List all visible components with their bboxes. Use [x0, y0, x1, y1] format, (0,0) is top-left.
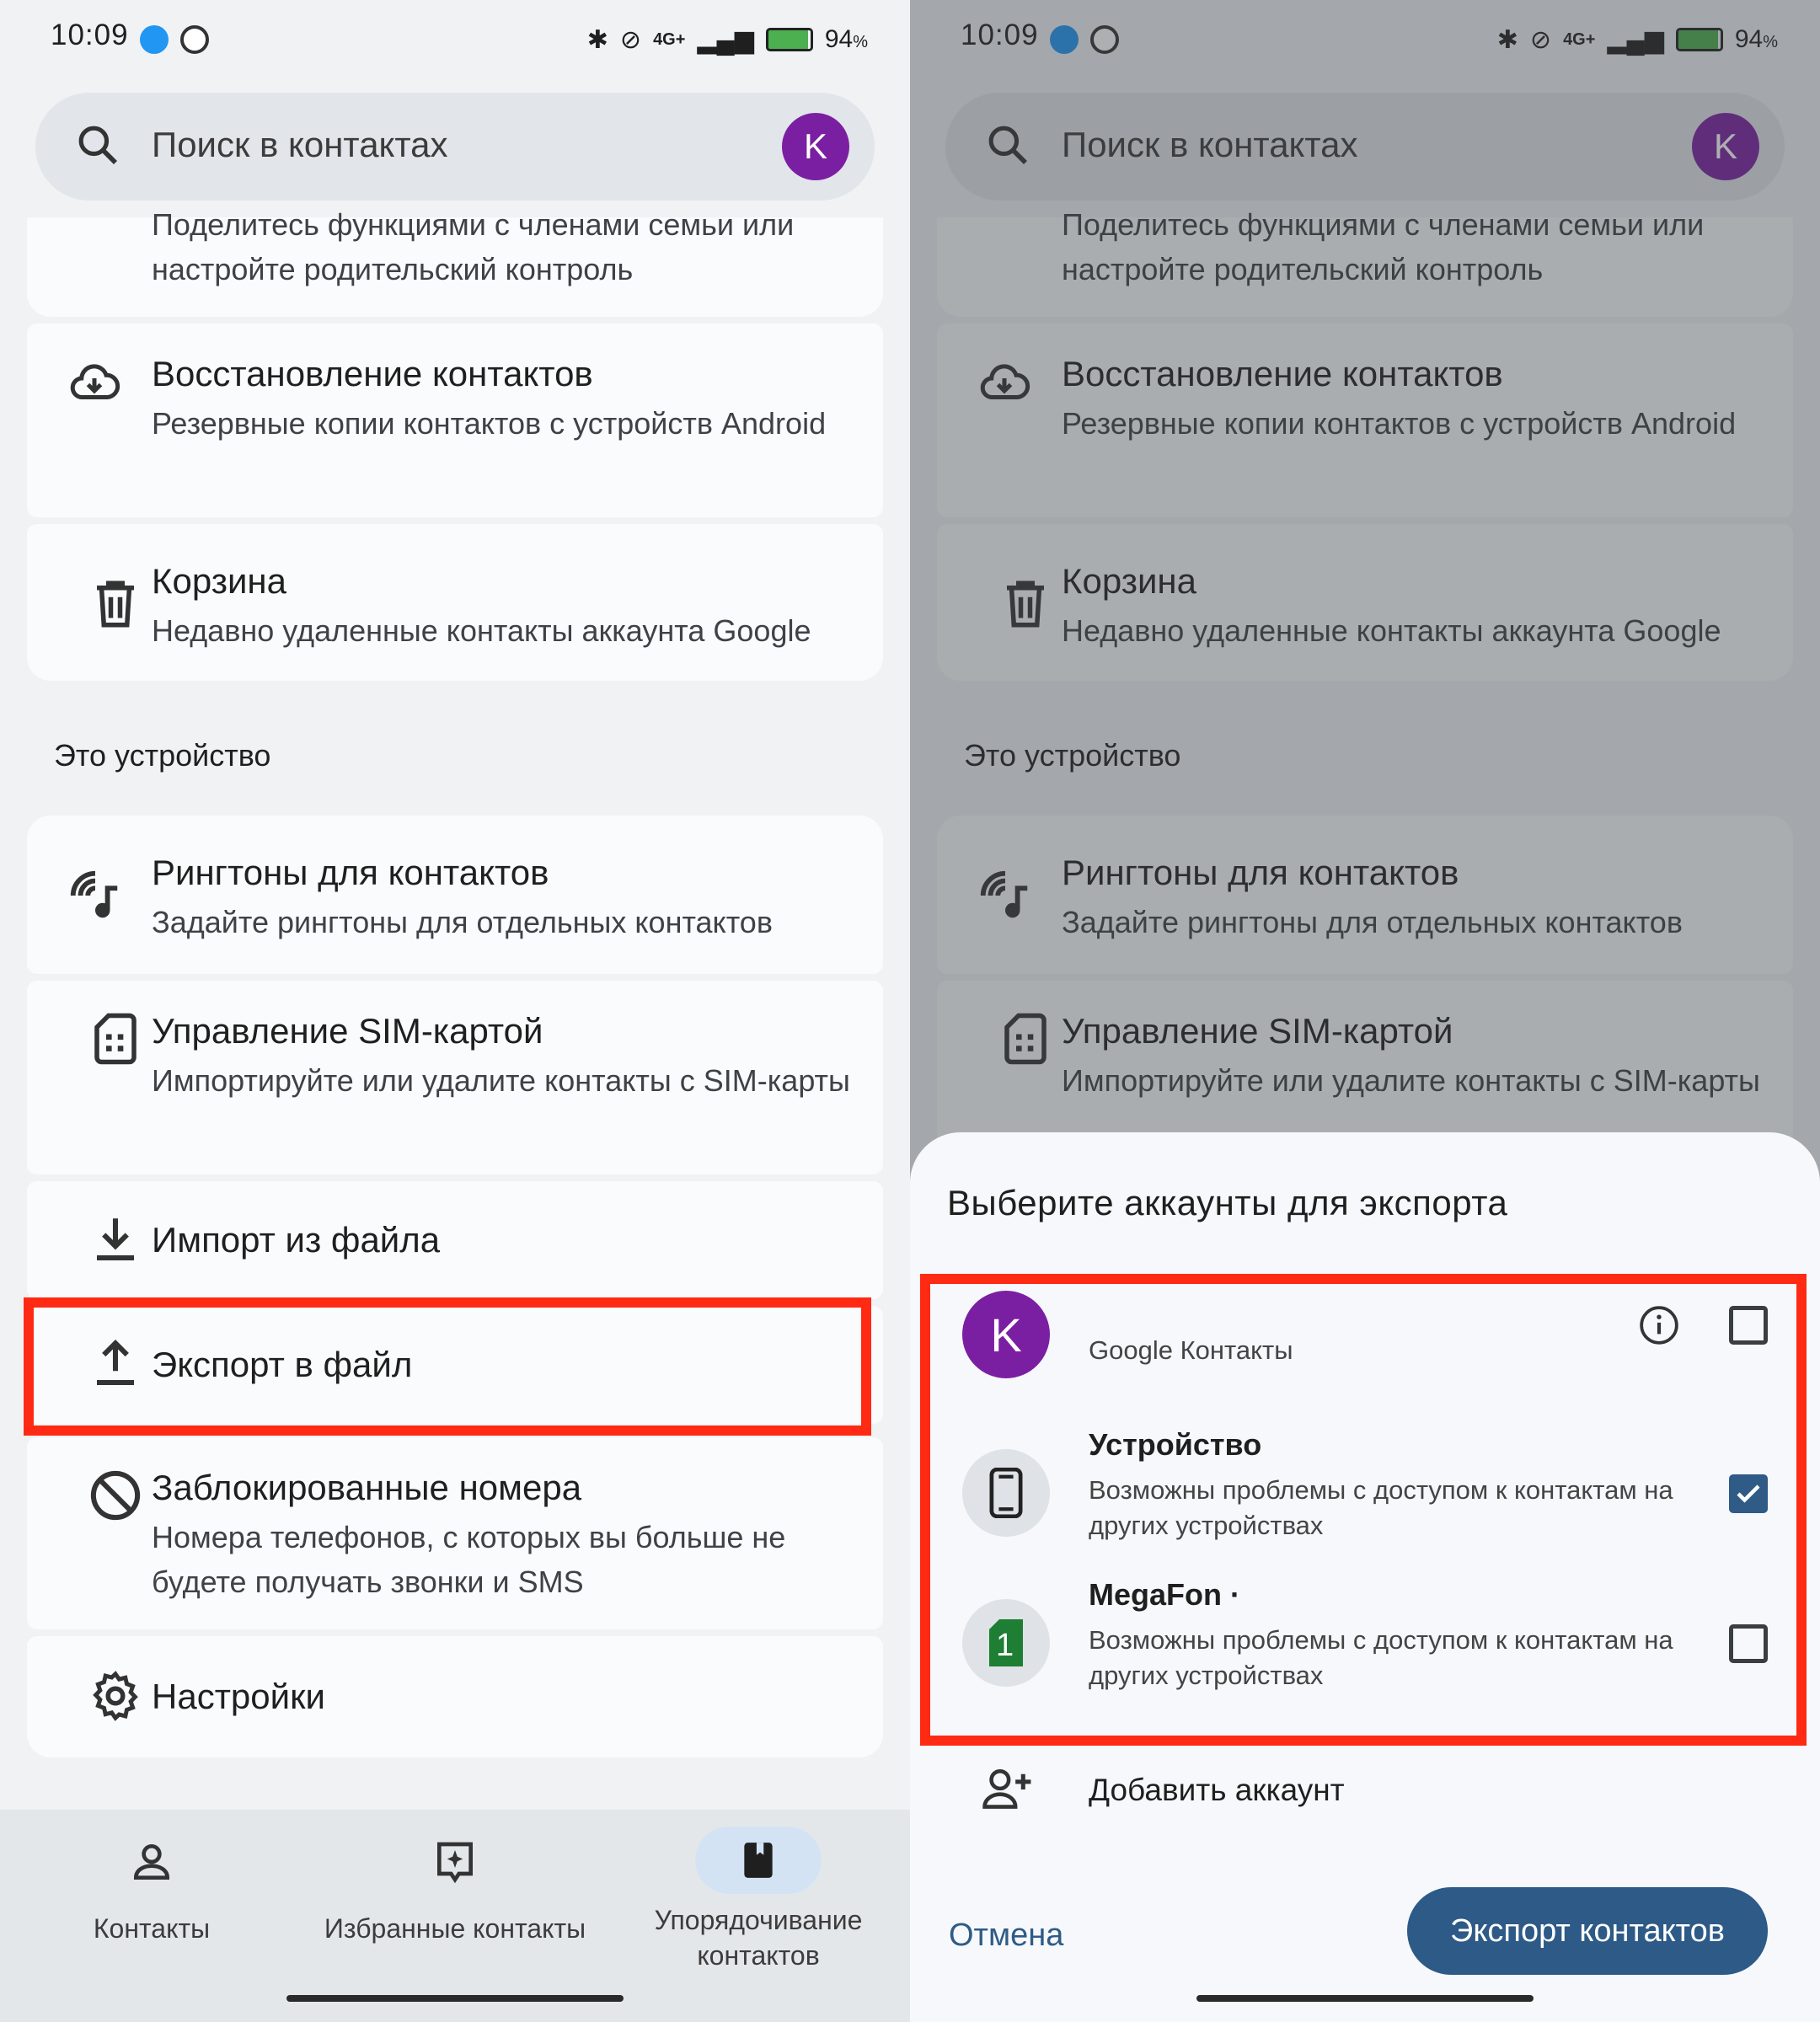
nav-organize-active-pill	[695, 1827, 822, 1894]
contacts-organize-screen: 10:09 ✱ ⊘ 4G+ ▂▄▆ 94% Поиск в контактах …	[0, 0, 910, 2022]
gesture-bar	[286, 1995, 624, 2002]
nav-contacts[interactable]: Контакты	[51, 1810, 253, 1946]
battery-level: 94%	[824, 25, 868, 53]
export-highlight-box	[24, 1297, 871, 1436]
family-subtitle: Поделитесь функциями с членами семьи или…	[152, 207, 795, 286]
account-avatar[interactable]: K	[782, 113, 849, 180]
status-time: 10:09	[51, 19, 129, 51]
blocked-title: Заблокированные номера	[152, 1468, 582, 1507]
messenger-notification-icon	[140, 25, 169, 54]
favorites-icon	[437, 1842, 473, 1884]
ringtone-icon	[70, 870, 118, 918]
link-notification-icon	[180, 25, 209, 54]
search-icon	[78, 126, 117, 164]
import-title: Импорт из файла	[152, 1220, 441, 1260]
nav-organize[interactable]: Упорядочивание контактов	[640, 1810, 876, 1973]
sim-card-icon	[94, 1013, 136, 1065]
add-person-icon	[982, 1769, 1031, 1809]
trash-icon	[97, 580, 134, 628]
status-bar: 10:09 ✱ ⊘ 4G+ ▂▄▆ 94%	[0, 0, 910, 80]
add-account-row[interactable]: Добавить аккаунт	[910, 1752, 1820, 1837]
battery-icon	[765, 28, 813, 51]
restore-contacts-item[interactable]: Восстановление контактов Резервные копии…	[27, 324, 883, 517]
status-icons: ✱ ⊘ 4G+ ▂▄▆ 94%	[587, 19, 868, 61]
nav-favorites-label: Избранные контакты	[324, 1913, 586, 1944]
cloud-restore-icon	[70, 364, 120, 399]
section-this-device: Это устройство	[54, 738, 271, 773]
sim-subtitle: Импортируйте или удалите контакты с SIM-…	[152, 1063, 850, 1098]
ringtones-title: Рингтоны для контактов	[152, 853, 549, 892]
signal-4g-icon: 4G+	[653, 29, 686, 49]
search-bar[interactable]: Поиск в контактах K	[35, 93, 875, 201]
family-card[interactable]: Поделитесь функциями с членами семьи или…	[27, 207, 883, 317]
add-account-label: Добавить аккаунт	[1089, 1773, 1345, 1807]
restore-title: Восстановление контактов	[152, 354, 593, 393]
ringtones-subtitle: Задайте рингтоны для отдельных контактов	[152, 905, 773, 939]
sim-management-item[interactable]: Управление SIM-картой Импортируйте или у…	[27, 981, 883, 1174]
trash-subtitle: Недавно удаленные контакты аккаунта Goog…	[152, 613, 811, 648]
cancel-button[interactable]: Отмена	[949, 1918, 1063, 1954]
restore-subtitle: Резервные копии контактов с устройств An…	[152, 406, 827, 441]
sheet-title: Выберите аккаунты для экспорта	[947, 1183, 1508, 1222]
export-dialog-screen: 10:09 ✱ ⊘ 4G+ ▂▄▆ 94% Поиск в контактах …	[910, 0, 1820, 2022]
download-icon	[97, 1218, 134, 1261]
search-input[interactable]: Поиск в контактах	[152, 125, 448, 165]
bluetooth-icon: ✱	[586, 25, 608, 54]
accounts-highlight-box	[920, 1274, 1807, 1746]
settings-item[interactable]: Настройки	[27, 1636, 883, 1757]
gesture-bar-right	[1196, 1995, 1534, 2002]
nav-favorites[interactable]: Избранные контакты	[303, 1810, 607, 1946]
hotspot-icon: ⊘	[619, 25, 642, 54]
settings-title: Настройки	[152, 1677, 325, 1716]
ringtones-item[interactable]: Рингтоны для контактов Задайте рингтоны …	[27, 816, 883, 974]
bookmark-book-icon	[744, 1843, 773, 1878]
trash-title: Корзина	[152, 561, 286, 601]
blocked-numbers-item[interactable]: Заблокированные номера Номера телефонов,…	[27, 1437, 883, 1629]
person-icon	[133, 1844, 170, 1880]
block-icon	[90, 1470, 141, 1521]
bottom-navigation: Контакты Избранные контакты Упорядочиван…	[0, 1810, 910, 2022]
export-contacts-button[interactable]: Экспорт контактов	[1407, 1887, 1768, 1975]
signal-icon: ▂▄▆	[697, 25, 754, 54]
sim-title: Управление SIM-картой	[152, 1011, 543, 1051]
nav-contacts-label: Контакты	[93, 1913, 211, 1944]
gear-icon	[93, 1671, 138, 1721]
import-file-item[interactable]: Импорт из файла	[27, 1181, 883, 1299]
blocked-subtitle: Номера телефонов, с которых вы больше не…	[152, 1520, 786, 1599]
export-accounts-sheet: Выберите аккаунты для экспорта K Google …	[910, 1132, 1820, 2022]
trash-item[interactable]: Корзина Недавно удаленные контакты аккау…	[27, 524, 883, 681]
nav-organize-label: Упорядочивание контактов	[654, 1905, 863, 1971]
